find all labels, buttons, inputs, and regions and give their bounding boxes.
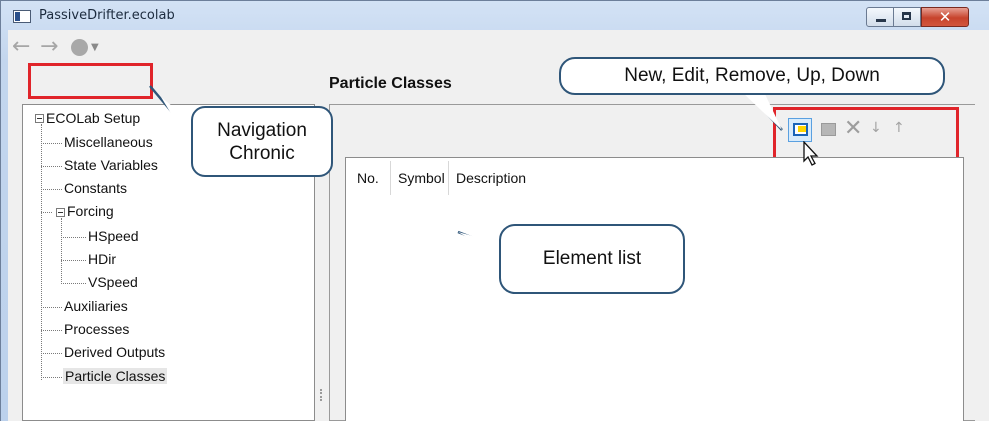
forcing-expander-icon[interactable]: [56, 208, 65, 217]
navigation-highlight: [28, 63, 153, 99]
toolbar-callout: New, Edit, Remove, Up, Down: [559, 57, 945, 95]
mouse-pointer-icon: [803, 141, 819, 166]
dropdown-caret-icon[interactable]: ▼: [91, 42, 99, 53]
tree-item-particle-classes[interactable]: Particle Classes: [63, 368, 168, 384]
tree-item-processes[interactable]: Processes: [64, 321, 129, 337]
tree-item-forcing[interactable]: Forcing: [67, 203, 114, 219]
app-icon: [13, 10, 31, 23]
tree-item-auxiliaries[interactable]: Auxiliaries: [64, 298, 128, 314]
list-header: No. Symbol Description: [346, 158, 963, 196]
window-title: PassiveDrifter.ecolab: [39, 8, 175, 23]
navigation-callout: Navigation Chronic: [191, 106, 333, 177]
history-dot-icon[interactable]: [71, 39, 88, 56]
close-icon: ✕: [938, 8, 952, 26]
minimize-icon: [876, 19, 886, 22]
navigation-callout-line2: Chronic: [229, 143, 295, 164]
element-list-callout: Element list: [499, 224, 685, 294]
tree-item-constants[interactable]: Constants: [64, 180, 127, 196]
column-header-no[interactable]: No.: [357, 170, 379, 186]
column-header-symbol[interactable]: Symbol: [398, 170, 445, 186]
forward-arrow-icon[interactable]: →: [40, 36, 58, 58]
tree-item-hdir[interactable]: HDir: [88, 251, 116, 267]
page-title: Particle Classes: [329, 75, 452, 92]
tree-item-state-variables[interactable]: State Variables: [64, 157, 158, 173]
maximize-icon: [902, 12, 911, 20]
column-header-description[interactable]: Description: [456, 170, 526, 186]
maximize-button[interactable]: [894, 7, 921, 27]
column-divider[interactable]: [448, 161, 449, 195]
close-button[interactable]: ✕: [921, 7, 969, 27]
minimize-button[interactable]: [866, 7, 894, 27]
splitter-grip-icon[interactable]: [320, 389, 324, 401]
column-divider[interactable]: [390, 161, 391, 195]
tree-item-vspeed[interactable]: VSpeed: [88, 274, 138, 290]
navigation-callout-line1: Navigation: [217, 120, 307, 141]
tree-item-derived-outputs[interactable]: Derived Outputs: [64, 344, 165, 360]
title-bar[interactable]: PassiveDrifter.ecolab ✕: [1, 1, 989, 31]
root-expander-icon[interactable]: [35, 114, 44, 123]
tree-item-miscellaneous[interactable]: Miscellaneous: [64, 134, 153, 150]
tree-item-hspeed[interactable]: HSpeed: [88, 228, 139, 244]
tree-item-ecolab-setup[interactable]: ECOLab Setup: [46, 110, 140, 126]
back-arrow-icon[interactable]: ←: [12, 36, 30, 58]
